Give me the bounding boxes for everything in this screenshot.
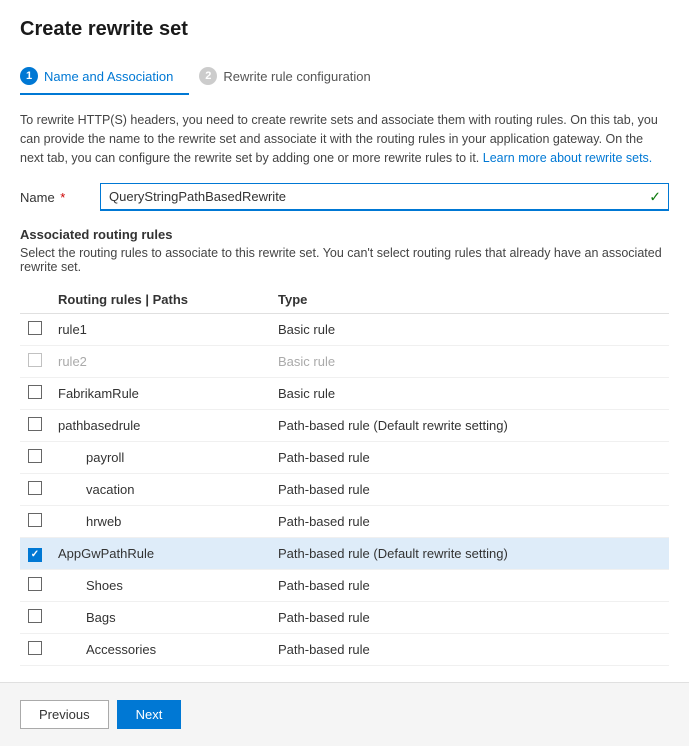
required-star: *	[57, 190, 66, 205]
table-row: hrwebPath-based rule	[20, 506, 669, 538]
tab-rewrite-rule[interactable]: 2 Rewrite rule configuration	[199, 59, 386, 95]
name-input[interactable]	[100, 183, 669, 211]
table-row: pathbasedrulePath-based rule (Default re…	[20, 410, 669, 442]
row-checkbox[interactable]	[28, 481, 42, 495]
row-type: Path-based rule	[270, 442, 669, 474]
row-checkbox[interactable]	[28, 321, 42, 335]
row-name: Accessories	[50, 633, 270, 665]
table-row: rule1Basic rule	[20, 314, 669, 346]
table-row: AccessoriesPath-based rule	[20, 633, 669, 665]
name-label: Name *	[20, 190, 80, 205]
row-checkbox[interactable]	[28, 609, 42, 623]
col-header-checkbox	[20, 286, 50, 314]
row-type: Basic rule	[270, 314, 669, 346]
row-type: Path-based rule	[270, 569, 669, 601]
learn-more-link[interactable]: Learn more about rewrite sets.	[483, 151, 653, 165]
tab-label-1: Name and Association	[44, 69, 173, 84]
page-container: Create rewrite set 1 Name and Associatio…	[0, 0, 689, 746]
row-name: Shoes	[50, 569, 270, 601]
row-name: AppGwPathRule	[50, 538, 270, 570]
row-name: hrweb	[50, 506, 270, 538]
row-checkbox[interactable]	[28, 385, 42, 399]
check-icon: ✓	[649, 189, 661, 206]
description-text: To rewrite HTTP(S) headers, you need to …	[20, 111, 669, 167]
row-name: payroll	[50, 442, 270, 474]
row-checkbox[interactable]	[28, 449, 42, 463]
name-input-wrapper: ✓	[100, 183, 669, 211]
table-row: AppGwPathRulePath-based rule (Default re…	[20, 538, 669, 570]
row-name: rule2	[50, 346, 270, 378]
row-checkbox[interactable]	[28, 641, 42, 655]
row-name: rule1	[50, 314, 270, 346]
row-name: vacation	[50, 474, 270, 506]
row-type: Path-based rule	[270, 506, 669, 538]
table-row: ShoesPath-based rule	[20, 569, 669, 601]
row-checkbox[interactable]	[28, 577, 42, 591]
tabs-row: 1 Name and Association 2 Rewrite rule co…	[20, 59, 669, 95]
row-type: Path-based rule (Default rewrite setting…	[270, 410, 669, 442]
table-row: rule2Basic rule	[20, 346, 669, 378]
row-checkbox[interactable]	[28, 548, 42, 562]
row-checkbox[interactable]	[28, 513, 42, 527]
table-row: BagsPath-based rule	[20, 601, 669, 633]
name-field-row: Name * ✓	[20, 183, 669, 211]
page-title: Create rewrite set	[20, 18, 669, 41]
row-type: Path-based rule	[270, 601, 669, 633]
table-row: FabrikamRuleBasic rule	[20, 378, 669, 410]
row-type: Basic rule	[270, 346, 669, 378]
row-name: Bags	[50, 601, 270, 633]
row-name: FabrikamRule	[50, 378, 270, 410]
tab-label-2: Rewrite rule configuration	[223, 69, 370, 84]
col-header-type: Type	[270, 286, 669, 314]
routing-rules-description: Select the routing rules to associate to…	[20, 246, 669, 274]
row-checkbox	[28, 353, 42, 367]
table-row: vacationPath-based rule	[20, 474, 669, 506]
tab-number-1: 1	[20, 67, 38, 85]
row-type: Path-based rule	[270, 474, 669, 506]
next-button[interactable]: Next	[117, 700, 182, 729]
routing-rules-title: Associated routing rules	[20, 227, 669, 242]
row-type: Path-based rule	[270, 633, 669, 665]
previous-button[interactable]: Previous	[20, 700, 109, 729]
row-type: Path-based rule (Default rewrite setting…	[270, 538, 669, 570]
row-name: pathbasedrule	[50, 410, 270, 442]
table-row: payrollPath-based rule	[20, 442, 669, 474]
row-checkbox[interactable]	[28, 417, 42, 431]
footer-bar: Previous Next	[0, 682, 689, 746]
row-type: Basic rule	[270, 378, 669, 410]
tab-number-2: 2	[199, 67, 217, 85]
tab-name-association[interactable]: 1 Name and Association	[20, 59, 189, 95]
routing-table: Routing rules | Paths Type rule1Basic ru…	[20, 286, 669, 666]
col-header-name: Routing rules | Paths	[50, 286, 270, 314]
